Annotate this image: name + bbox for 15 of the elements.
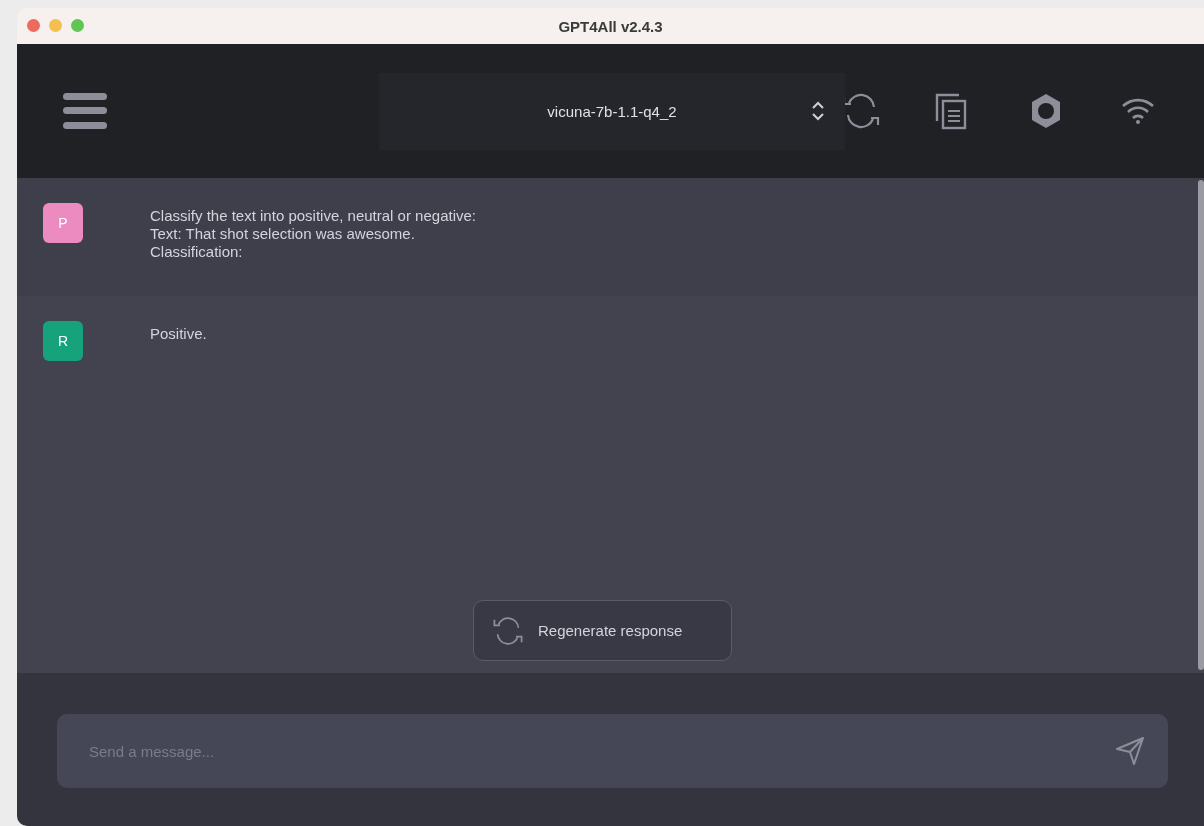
avatar: R: [43, 321, 83, 361]
window-title: GPT4All v2.4.3: [558, 17, 663, 35]
close-button[interactable]: [27, 19, 40, 32]
regenerate-button[interactable]: Regenerate response: [473, 600, 732, 661]
wifi-icon[interactable]: [1121, 97, 1155, 125]
chevron-updown-icon: [811, 99, 825, 122]
scrollbar[interactable]: [1198, 180, 1204, 670]
copy-icon[interactable]: [933, 91, 969, 131]
menu-icon[interactable]: [63, 93, 107, 129]
message-text: Positive.: [150, 324, 207, 343]
model-selector[interactable]: vicuna-7b-1.1-q4_2: [379, 72, 845, 150]
refresh-icon: [492, 615, 524, 646]
message-text: Classify the text into positive, neutral or negative: Text: That shot selection was awesome. Classification:: [150, 206, 476, 261]
send-icon[interactable]: [1114, 735, 1146, 767]
avatar: P: [43, 203, 83, 243]
